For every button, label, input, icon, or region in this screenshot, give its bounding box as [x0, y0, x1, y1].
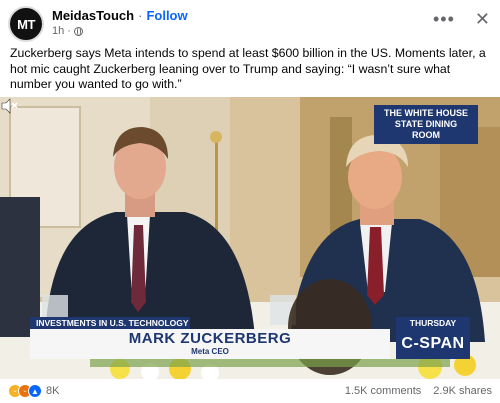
avatar[interactable]: MT: [8, 6, 44, 42]
shares-count-link[interactable]: 2.9K shares: [433, 385, 492, 397]
bug-line-2: STATE DINING ROOM: [394, 119, 458, 140]
cspan-logo: C-SPAN: [396, 329, 470, 359]
lower-third-name: MARK ZUCKERBERG: [128, 330, 292, 347]
post-footer: ᵕ ᵕ ▲ 8K 1.5K comments 2.9K shares: [8, 383, 492, 399]
post-time-link[interactable]: 1h: [52, 25, 64, 37]
more-horizontal-icon[interactable]: •••: [433, 10, 455, 28]
post-header: MT MeidasTouch · Follow 1h · ••• ✕: [8, 6, 492, 46]
separator-dot: ·: [138, 8, 143, 23]
video-player[interactable]: THE WHITE HOUSE STATE DINING ROOM INVEST…: [0, 97, 500, 379]
meta-separator: ·: [67, 25, 71, 37]
post-meta: 1h ·: [52, 25, 188, 37]
lower-third-day: THURSDAY: [396, 317, 470, 329]
avatar-logo-text: MT: [17, 16, 35, 32]
like-reaction-icon: ▲: [28, 384, 42, 398]
speaker-muted-icon[interactable]: [0, 97, 18, 115]
footer-stats: 1.5K comments 2.9K shares: [345, 385, 492, 397]
close-icon[interactable]: ✕: [475, 10, 490, 28]
post-text: Zuckerberg says Meta intends to spend at…: [10, 46, 486, 91]
name-row: MeidasTouch · Follow: [52, 8, 188, 23]
location-bug: THE WHITE HOUSE STATE DINING ROOM: [374, 105, 478, 144]
lower-third-topic: INVESTMENTS IN U.S. TECHNOLOGY: [30, 317, 190, 329]
follow-button[interactable]: Follow: [146, 8, 187, 23]
bug-line-1: THE WHITE HOUSE: [383, 108, 468, 118]
reactions-summary[interactable]: ᵕ ᵕ ▲ 8K: [8, 384, 59, 398]
lower-third-main: MARK ZUCKERBERG Meta CEO: [30, 329, 390, 359]
header-text: MeidasTouch · Follow 1h ·: [52, 8, 188, 37]
reaction-count[interactable]: 8K: [46, 385, 59, 397]
comments-count-link[interactable]: 1.5K comments: [345, 385, 421, 397]
globe-icon: [73, 26, 83, 36]
page-name-link[interactable]: MeidasTouch: [52, 8, 134, 23]
lower-third: INVESTMENTS IN U.S. TECHNOLOGY MARK ZUCK…: [30, 317, 470, 361]
lower-third-title: Meta CEO: [191, 347, 229, 356]
header-actions: ••• ✕: [433, 10, 490, 28]
